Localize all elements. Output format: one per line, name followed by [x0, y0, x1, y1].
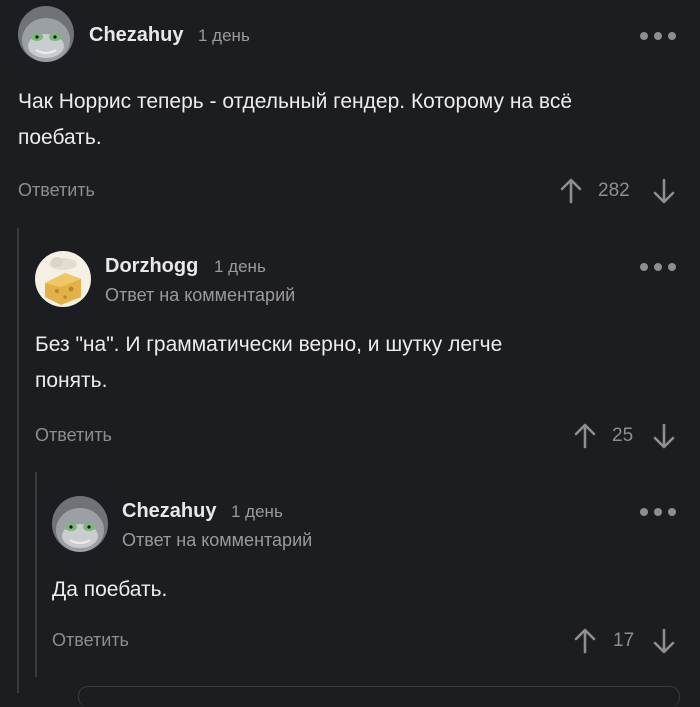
comment-text: Без "на". И грамматически верно, и шутку…	[35, 327, 685, 399]
thread-line[interactable]	[35, 472, 37, 677]
username[interactable]: Dorzhogg	[105, 255, 198, 278]
arrow-down-icon[interactable]	[653, 178, 675, 204]
arrow-up-icon[interactable]	[560, 178, 582, 204]
comment-text-line: Без "на". И грамматически верно, и шутку…	[35, 333, 503, 356]
reply-to-label: Ответ на комментарий	[105, 285, 296, 305]
comment-input-edge[interactable]	[78, 686, 680, 707]
arrow-down-icon[interactable]	[653, 628, 675, 654]
comment-text-line: поебать.	[18, 126, 102, 149]
avatar[interactable]	[52, 496, 108, 552]
reply-to-label: Ответ на комментарий	[122, 530, 313, 550]
comment-text: Да поебать.	[52, 572, 682, 608]
timestamp: 1 день	[198, 26, 250, 45]
reply-button[interactable]: Ответить	[35, 425, 112, 446]
comment-text-line: Да поебать.	[52, 578, 168, 601]
arrow-down-icon[interactable]	[653, 423, 675, 449]
rating-count: 17	[613, 630, 635, 651]
more-dots-icon[interactable]	[640, 507, 676, 517]
thread-line[interactable]	[17, 228, 19, 693]
timestamp: 1 день	[231, 502, 283, 521]
more-dots-icon[interactable]	[640, 31, 676, 41]
avatar[interactable]	[35, 251, 91, 307]
avatar[interactable]	[18, 6, 74, 62]
username[interactable]: Chezahuy	[122, 500, 216, 523]
comment-text: Чак Норрис теперь - отдельный гендер. Ко…	[18, 84, 688, 156]
arrow-up-icon[interactable]	[574, 423, 596, 449]
comment-text-line: понять.	[35, 369, 108, 392]
comment-text-line: Чак Норрис теперь - отдельный гендер. Ко…	[18, 90, 573, 113]
reply-button[interactable]: Ответить	[52, 630, 129, 651]
reply-button[interactable]: Ответить	[18, 180, 95, 201]
username[interactable]: Chezahuy	[89, 24, 183, 47]
rating-count: 282	[598, 180, 630, 201]
more-dots-icon[interactable]	[640, 262, 676, 272]
rating-count: 25	[612, 425, 634, 446]
arrow-up-icon[interactable]	[574, 628, 596, 654]
timestamp: 1 день	[214, 257, 266, 276]
